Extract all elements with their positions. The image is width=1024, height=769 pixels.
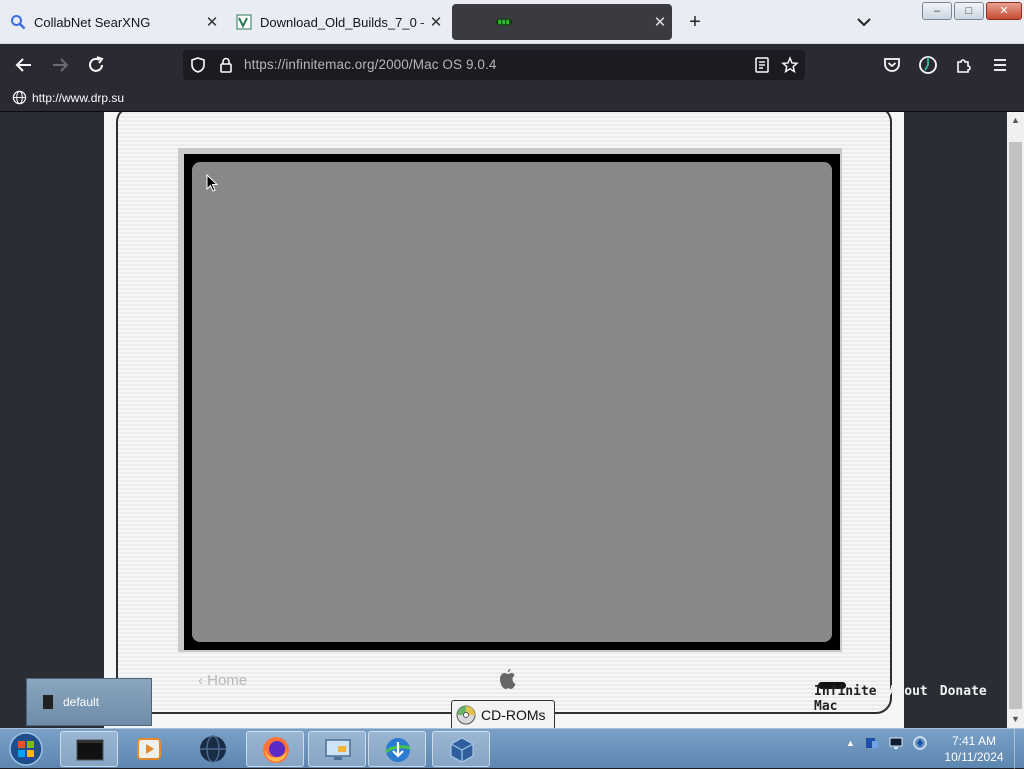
windows-start-icon[interactable] [6,731,46,767]
bookmark-star-icon[interactable] [781,56,799,74]
tab-title: Download_Old_Builds_7_0 – Or [260,14,424,30]
remote-desktop-icon [325,739,351,760]
show-desktop-button[interactable] [1014,729,1024,769]
globe-app-icon [200,735,226,763]
windows-taskbar: ▲ 7:41 AM 10/11/2024 [0,728,1024,769]
apple-logo-icon[interactable] [498,668,518,692]
brand-link[interactable]: Infinite Mac [814,684,877,714]
taskbar-virtualbox[interactable] [432,731,490,767]
system-clock[interactable]: 7:41 AM 10/11/2024 [940,733,1008,765]
cd-icon [456,705,476,725]
menu-icon[interactable] [987,52,1013,78]
minimize-button[interactable]: – [922,2,952,20]
taskbar-idm[interactable] [368,731,426,767]
bookmarks-toolbar: http://www.drp.su [0,86,1024,112]
tab-strip: CollabNet SearXNG ✕ Download_Old_Builds_… [0,0,1024,44]
v-site-icon [236,14,252,30]
new-tab-button[interactable]: + [682,8,708,36]
clock-time: 7:41 AM [951,734,997,748]
forward-arrow-icon[interactable] [47,52,73,78]
taskbar-firefox[interactable] [246,731,304,767]
taskbar-terminal[interactable] [60,731,118,767]
firefox-icon [263,737,289,763]
system-tray: ▲ [846,735,928,751]
extensions-icon[interactable] [951,52,977,78]
web-content: ‹ Home Infinite Mac About Donate [0,112,1007,728]
lock-icon[interactable] [217,56,235,74]
maximize-button[interactable]: □ [954,2,984,20]
infinite-mac-page: ‹ Home Infinite Mac About Donate [104,112,987,728]
tab-download-old-builds[interactable]: Download_Old_Builds_7_0 – Or ✕ [226,4,448,40]
bookmark-label: http://www.drp.su [32,90,125,105]
reader-view-icon[interactable] [753,56,771,74]
search-icon [11,15,26,30]
show-hidden-icons-icon[interactable]: ▲ [846,738,856,748]
about-link[interactable]: About [889,684,928,714]
scroll-up-icon[interactable]: ▲ [1007,112,1024,129]
emulator-screen[interactable] [192,162,832,642]
tab-infinite-mac[interactable]: ✕ [452,4,672,40]
clock-date: 10/11/2024 [944,750,1004,764]
monitor-tray-icon[interactable] [888,735,904,751]
shield-icon[interactable] [189,56,207,74]
terminal-icon [43,695,53,709]
scroll-thumb[interactable] [1009,142,1022,709]
virtualbox-icon [450,737,474,763]
cdrom-tooltip[interactable]: CD-ROMs [451,700,555,730]
url-text[interactable]: https://infinitemac.org/2000/Mac OS 9.0.… [244,57,496,72]
tab-searxng[interactable]: CollabNet SearXNG ✕ [0,4,224,40]
monitor-bezel: ‹ Home Infinite Mac About Donate [116,112,987,714]
media-player-icon [137,738,161,760]
network-adapter-icon[interactable] [864,735,880,751]
donate-link[interactable]: Donate [940,684,987,714]
close-window-button[interactable]: ✕ [986,2,1022,20]
download-manager-icon [384,738,411,762]
vertical-scrollbar[interactable]: ▲ ▼ [1007,112,1024,728]
thumbnail-label: default [63,695,100,709]
bookmark-drp-su[interactable]: http://www.drp.su [12,90,124,105]
mouse-cursor-icon [206,174,218,192]
green-site-icon [496,18,512,26]
tab-close-button[interactable]: ✕ [200,13,224,31]
screen-border [184,154,840,650]
terminal-app-icon [76,739,104,761]
taskbar-remote-desktop[interactable] [308,731,366,767]
globe-icon [12,90,27,105]
reload-icon[interactable] [83,52,109,78]
taskbar-thumbnail-preview[interactable]: default [26,678,152,726]
tab-close-button[interactable]: ✕ [648,13,672,31]
pocket-icon[interactable] [879,52,905,78]
tab-title: CollabNet SearXNG [34,14,151,30]
taskbar-media-player[interactable] [120,731,178,767]
site-nav: Infinite Mac About Donate [814,684,987,714]
screen-frame [178,148,842,652]
tooltip-label: CD-ROMs [481,707,546,723]
wifi-icon[interactable] [912,735,928,751]
back-arrow-icon[interactable] [11,52,37,78]
window-controls: – □ ✕ [922,2,1022,20]
firefox-account-icon[interactable] [915,52,941,78]
url-bar[interactable]: https://infinitemac.org/2000/Mac OS 9.0.… [183,50,805,80]
tab-close-button[interactable]: ✕ [424,13,448,31]
scroll-down-icon[interactable]: ▼ [1007,711,1024,728]
chevron-down-icon[interactable] [852,10,876,34]
navigation-toolbar: https://infinitemac.org/2000/Mac OS 9.0.… [0,44,1024,86]
home-link[interactable]: ‹ Home [198,672,247,689]
taskbar-globe[interactable] [184,731,242,767]
